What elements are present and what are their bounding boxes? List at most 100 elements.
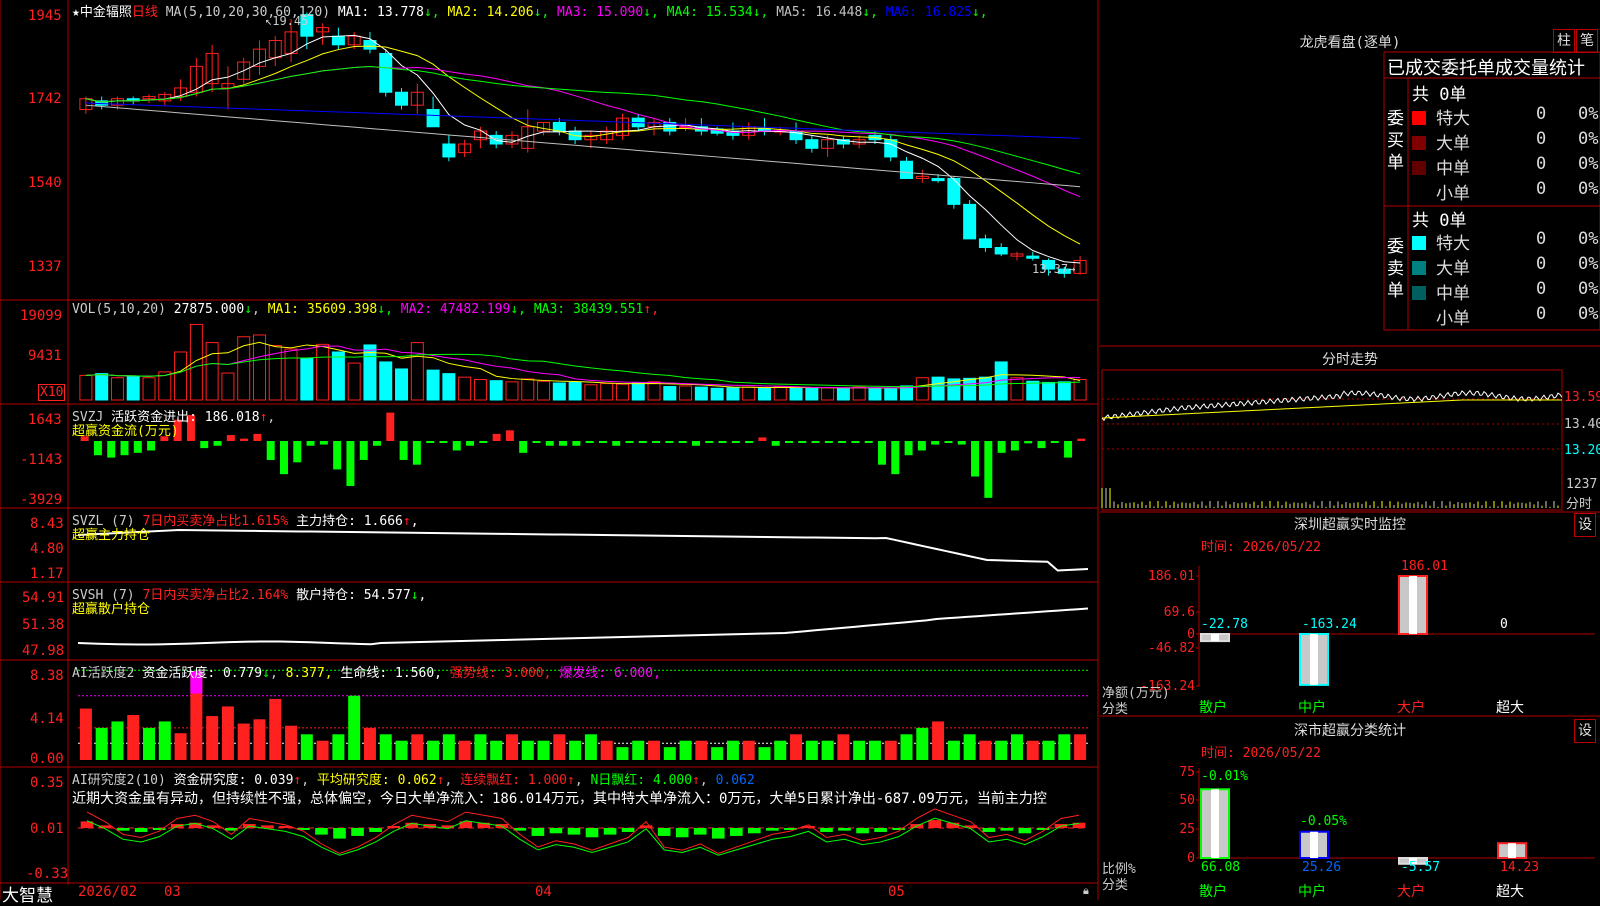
research-bar <box>369 828 382 832</box>
fund-flow-bar <box>559 441 568 446</box>
category-label: 超大 <box>1496 884 1524 900</box>
dragon-title: 龙虎看盘(逐单) <box>1299 35 1401 51</box>
kline-header: ★中金辐照日线 MA(5,10,20,30,60,120) MA1: 13.77… <box>72 1 988 20</box>
stat-bar-highlight <box>1409 575 1417 634</box>
value-label: -5.57 <box>1401 860 1440 875</box>
sz-monitor-settings-button[interactable]: 设 <box>1574 513 1596 537</box>
research-curve <box>86 808 1080 854</box>
kline-chart[interactable] <box>0 0 1100 900</box>
research-bar <box>1000 828 1014 831</box>
volume-bar <box>316 343 330 401</box>
activity-bar <box>821 740 834 760</box>
dragon-row: 中单 <box>1412 154 1470 179</box>
volume-bar <box>252 334 266 401</box>
sz-class-date: 时间: 2026/05/22 <box>1201 746 1321 761</box>
research-bar <box>567 828 581 835</box>
research-bar <box>820 828 833 832</box>
fund-flow-bar <box>691 441 700 446</box>
activity-bar <box>995 740 1008 760</box>
fund-flow-bar <box>678 441 687 443</box>
ma-line <box>85 45 1081 245</box>
sz-class-settings-button[interactable]: 设 <box>1574 719 1596 743</box>
intraday-frame <box>1101 369 1563 511</box>
lock-icon[interactable]: 🔒︎ <box>1083 884 1089 898</box>
activity-bar <box>632 740 645 760</box>
dragon-row: 大单 <box>1412 129 1470 154</box>
tab-tick[interactable]: 笔 <box>1576 29 1598 53</box>
dragon-row-pct: 0% <box>1578 254 1599 274</box>
volume-bar <box>679 385 693 401</box>
activity-bar <box>711 747 724 760</box>
y-label: 1337 <box>28 259 62 275</box>
activity-bar <box>348 695 361 760</box>
trend-arrow: ↓, <box>510 302 534 317</box>
retail-line <box>77 607 1089 646</box>
fund-flow-bar <box>213 441 222 446</box>
color-swatch <box>1412 311 1426 325</box>
research-bar <box>766 828 779 831</box>
category-label: 散户 <box>1199 699 1227 716</box>
activity-bar <box>300 734 313 760</box>
activity-bar <box>600 740 613 760</box>
fund-flow-bar <box>652 441 661 443</box>
volume-bar <box>963 377 977 401</box>
fund-flow-bar <box>745 441 754 443</box>
research-bar <box>693 828 707 835</box>
y-label: 13.59 <box>1564 390 1600 405</box>
buy-label: 委买单 <box>1387 109 1404 173</box>
dragon-row-label: 小单 <box>1436 184 1470 204</box>
color-swatch <box>1412 161 1426 175</box>
activity-bar <box>648 740 661 760</box>
research-bar <box>531 828 545 836</box>
volume-bar <box>442 373 456 401</box>
fund-flow-bar <box>891 441 900 475</box>
ma-line <box>85 102 1081 139</box>
candle-body <box>331 35 345 46</box>
dragon-row-label: 特大 <box>1436 109 1470 129</box>
indicator-value: MA1: 35609.398 <box>267 302 378 317</box>
period-label[interactable]: 日线 <box>132 5 158 20</box>
category-label: 大户 <box>1397 699 1425 716</box>
fund-flow-bar <box>864 441 873 443</box>
fund-flow-bar <box>1024 441 1033 444</box>
volume-bar <box>884 388 898 401</box>
research-bar <box>928 820 942 828</box>
fund-flow-bar <box>625 441 634 443</box>
y-label: -1143 <box>20 452 63 468</box>
research-bar <box>134 828 148 832</box>
y-label: 47.98 <box>22 643 65 659</box>
research-bar <box>603 828 617 835</box>
candle-body <box>978 238 992 248</box>
research-bar <box>711 828 725 839</box>
app-logo[interactable]: 大智慧 <box>2 881 53 906</box>
fund-flow-bar <box>133 441 142 453</box>
y-label: 4.14 <box>30 711 64 727</box>
vol-unit-badge[interactable]: X10 <box>38 384 66 401</box>
candle-body <box>442 143 456 158</box>
activity-bar <box>916 727 929 760</box>
fund-flow-bar <box>1077 438 1086 441</box>
activity-bar <box>474 734 487 760</box>
tab-bar[interactable]: 柱 <box>1553 29 1575 53</box>
star-icon[interactable]: ★ <box>72 5 80 20</box>
volume-bar <box>631 382 645 401</box>
research-bar <box>874 828 887 832</box>
stock-name[interactable]: 中金辐照 <box>80 5 132 20</box>
dragon-row-label: 大单 <box>1436 259 1470 279</box>
fund-flow-bar <box>107 441 116 458</box>
value-label: 14.23 <box>1500 860 1539 875</box>
indicator-value: MA4: 15.534 <box>666 5 753 20</box>
fund-flow-bar <box>253 433 262 441</box>
right-panel: 186.01 69.6 0 -46.82 -163.24 -22.78 散户 -163.24 中… <box>1100 0 1600 900</box>
activity-bar <box>1074 734 1087 760</box>
research-bar <box>748 828 761 834</box>
activity-bar <box>1058 734 1071 760</box>
trend-arrow: ↑, <box>643 302 660 317</box>
kline-panel[interactable]: ★中金辐照日线 MA(5,10,20,30,60,120) MA1: 13.77… <box>0 0 1100 906</box>
research-bar <box>856 828 869 834</box>
y-label: 0 <box>1187 627 1195 642</box>
volume-bar <box>205 342 219 401</box>
fund-flow-bar <box>904 441 913 456</box>
color-swatch <box>1412 236 1426 250</box>
ai-comment: 近期大资金虽有异动，但持续性不强，总体偏空，今日大单净流入：186.014万元，… <box>72 791 1047 807</box>
